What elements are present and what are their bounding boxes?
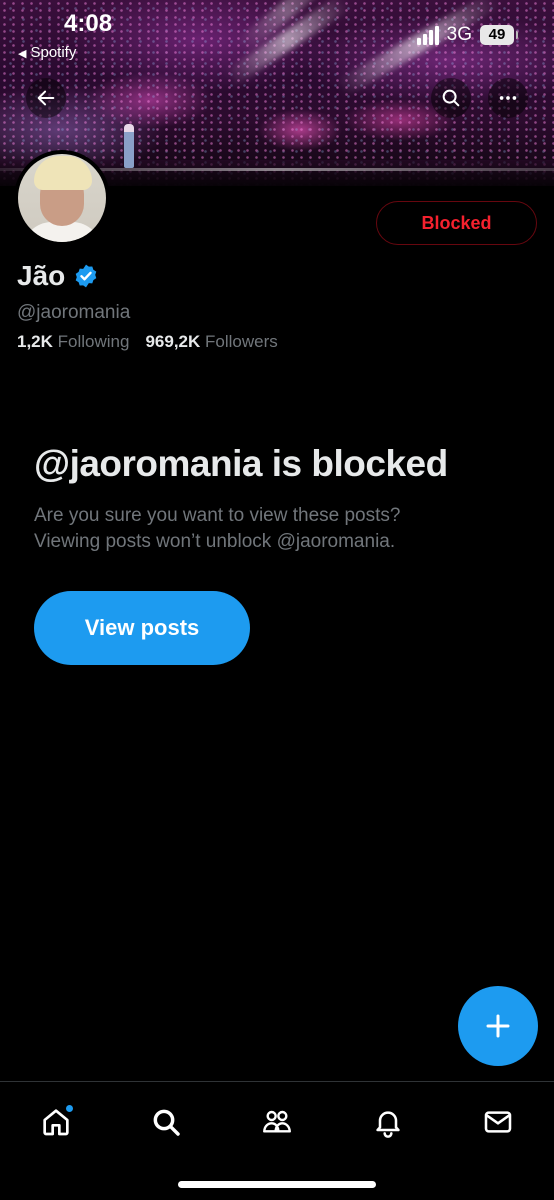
verified-badge-icon[interactable] [73,263,99,289]
profile-handle: @jaoromania [17,302,131,323]
home-indicator[interactable] [178,1181,376,1188]
compose-post-button[interactable] [458,986,538,1066]
blocked-notice-line1: Are you sure you want to view these post… [34,505,401,526]
following-stat[interactable]: 1,2K Following [17,332,129,352]
following-label: Following [57,332,130,351]
profile-name-row: Jão [17,260,99,292]
profile-screen: 4:08 ◀ Spotify 3G 49 Blocked Jão @jaorom… [0,0,554,1200]
profile-name: Jão [17,260,66,291]
avatar-photo [18,154,106,242]
more-options-button[interactable] [488,78,528,118]
profile-stats: 1,2K Following 969,2K Followers [17,332,278,352]
network-type: 3G [446,24,472,45]
status-back-to-app[interactable]: ◀ Spotify [18,44,76,61]
arrow-left-icon [37,90,55,106]
blocked-notice-title: @jaoromania is blocked [34,443,448,484]
profile-avatar[interactable] [14,150,110,246]
communities-icon [263,1110,291,1133]
followers-stat[interactable]: 969,2K Followers [145,332,277,352]
status-indicators: 3G 49 [416,24,518,46]
tab-notifications[interactable] [366,1100,410,1144]
tab-search[interactable] [144,1100,188,1144]
blocked-notice-line2: Viewing posts won’t unblock @jaoromania. [34,531,396,552]
notifications-icon [376,1111,400,1138]
plus-icon [486,1014,510,1038]
notification-dot [65,1104,74,1113]
view-posts-button[interactable]: View posts [34,591,250,665]
more-horizontal-icon [499,96,517,100]
search-icon [153,1109,180,1136]
cellular-signal-icon [416,25,439,45]
search-button[interactable] [431,78,471,118]
tab-communities[interactable] [255,1100,299,1144]
messages-icon [484,1111,512,1133]
followers-count: 969,2K [145,332,201,351]
blocked-button[interactable]: Blocked [376,201,537,245]
search-icon [442,89,460,107]
status-back-app-label: Spotify [30,44,77,61]
battery-icon: 49 [480,25,518,45]
tab-home[interactable] [34,1100,78,1144]
back-triangle-icon: ◀ [18,48,27,60]
blocked-notice-body: Are you sure you want to view these post… [34,503,514,555]
back-button[interactable] [26,78,66,118]
following-count: 1,2K [17,332,53,351]
tab-messages[interactable] [476,1100,520,1144]
banner-performer [124,124,134,168]
status-time: 4:08 [64,10,113,37]
followers-label: Followers [205,332,278,351]
